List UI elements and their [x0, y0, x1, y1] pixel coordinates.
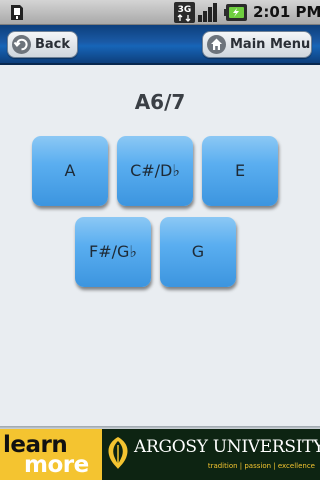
main-menu-button[interactable]: Main Menu — [202, 31, 312, 58]
status-time: 2:01 PM — [253, 3, 320, 21]
signal-strength-icon — [198, 3, 217, 22]
network-badge: 3G — [178, 5, 192, 15]
status-bar: 3G 2:01 PM — [0, 0, 320, 25]
note-button[interactable]: F#/G♭ — [75, 217, 151, 287]
main-menu-label: Main Menu — [230, 37, 311, 52]
back-button[interactable]: Back — [7, 31, 78, 58]
university-logo-icon — [108, 437, 128, 469]
ad-more-text: more — [24, 452, 89, 478]
ad-banner[interactable]: learn more ARGOSY UNIVERSITY. tradition … — [0, 429, 320, 480]
note-button[interactable]: C#/D♭ — [117, 136, 193, 206]
note-button[interactable]: A — [32, 136, 108, 206]
back-arrow-icon — [12, 35, 31, 54]
ad-learn-more-panel: learn more — [0, 429, 102, 480]
3g-data-icon: 3G — [174, 2, 195, 23]
back-label: Back — [35, 37, 71, 52]
ad-tagline: tradition | passion | excellence — [207, 462, 315, 470]
nav-bar: Back Main Menu — [0, 25, 320, 65]
home-icon — [207, 35, 226, 54]
ad-brand-name: ARGOSY UNIVERSITY. — [134, 437, 320, 457]
chord-title: A6/7 — [134, 90, 186, 114]
note-button[interactable]: G — [160, 217, 236, 287]
battery-charging-icon — [224, 4, 247, 21]
sd-card-icon — [11, 5, 23, 20]
note-button[interactable]: E — [202, 136, 278, 206]
